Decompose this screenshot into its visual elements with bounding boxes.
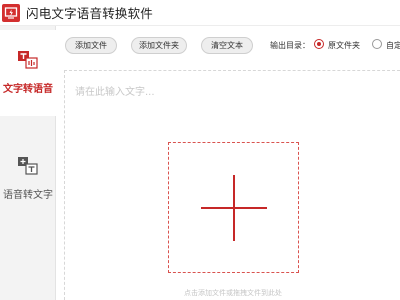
clear-text-button[interactable]: 清空文本 — [201, 37, 253, 54]
text-input-placeholder: 请在此输入文字... — [75, 87, 155, 98]
sidebar: 文字转语音 语音转文字 — [0, 26, 56, 300]
file-drop-zone[interactable] — [168, 142, 299, 273]
title-bar: 闪电文字语音转换软件 — [0, 0, 400, 26]
add-folder-button[interactable]: 添加文件夹 — [131, 37, 187, 54]
radio-original-folder[interactable] — [314, 39, 324, 49]
add-file-button[interactable]: 添加文件 — [65, 37, 117, 54]
sidebar-item-label: 语音转文字 — [3, 190, 53, 201]
app-title: 闪电文字语音转换软件 — [26, 6, 154, 21]
sidebar-item-speech-to-text[interactable]: 语音转文字 — [0, 136, 56, 222]
plus-icon — [201, 175, 267, 245]
sidebar-item-label: 文字转语音 — [3, 84, 53, 95]
app-window: 闪电文字语音转换软件 文字转语音 语音转文字 添加文件 添加文件夹 清空文本 输… — [0, 0, 400, 300]
drop-hint-text: 点击添加文件或拖拽文件到此处 — [184, 289, 282, 297]
text-to-speech-icon — [17, 50, 39, 74]
speech-to-text-icon — [17, 156, 39, 180]
lightning-logo-icon — [2, 3, 20, 22]
radio-custom-folder-label[interactable]: 自定 — [386, 40, 400, 51]
text-input-area[interactable]: 请在此输入文字... 点击添加文件或拖拽文件到此处 — [64, 70, 400, 300]
sidebar-item-text-to-speech[interactable]: 文字转语音 — [0, 30, 56, 116]
radio-original-folder-label[interactable]: 原文件夹 — [328, 40, 360, 51]
output-directory-label: 输出目录： — [270, 41, 310, 50]
toolbar: 添加文件 添加文件夹 清空文本 输出目录： 原文件夹 自定 — [56, 26, 400, 64]
radio-custom-folder[interactable] — [372, 39, 382, 49]
